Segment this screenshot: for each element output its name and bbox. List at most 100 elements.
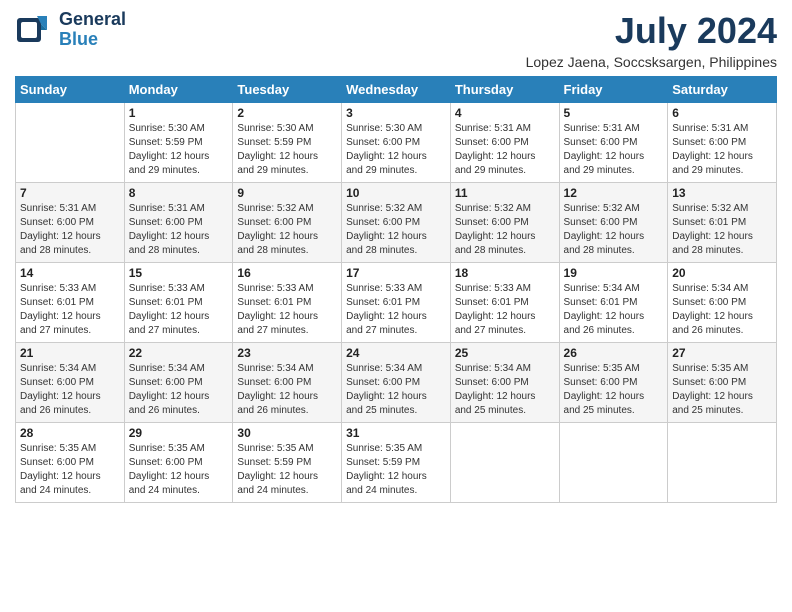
month-year-title: July 2024	[526, 10, 777, 52]
day-info: Sunrise: 5:33 AM Sunset: 6:01 PM Dayligh…	[455, 282, 555, 338]
day-number: 11	[455, 186, 555, 200]
location-subtitle: Lopez Jaena, Soccsksargen, Philippines	[526, 54, 777, 70]
day-number: 27	[672, 346, 772, 360]
day-info: Sunrise: 5:35 AM Sunset: 5:59 PM Dayligh…	[237, 442, 337, 498]
calendar-table: SundayMondayTuesdayWednesdayThursdayFrid…	[15, 76, 777, 503]
day-info: Sunrise: 5:34 AM Sunset: 6:00 PM Dayligh…	[129, 362, 229, 418]
day-info: Sunrise: 5:33 AM Sunset: 6:01 PM Dayligh…	[346, 282, 446, 338]
calendar-cell: 19Sunrise: 5:34 AM Sunset: 6:01 PM Dayli…	[559, 263, 668, 343]
calendar-cell: 1 Sunrise: 5:30 AM Sunset: 5:59 PM Daylig…	[124, 103, 233, 183]
calendar-cell: 20Sunrise: 5:34 AM Sunset: 6:00 PM Dayli…	[668, 263, 777, 343]
logo: General Blue	[15, 10, 126, 50]
calendar-cell: 15Sunrise: 5:33 AM Sunset: 6:01 PM Dayli…	[124, 263, 233, 343]
calendar-cell: 29Sunrise: 5:35 AM Sunset: 6:00 PM Dayli…	[124, 423, 233, 503]
calendar-cell: 2Sunrise: 5:30 AM Sunset: 5:59 PM Daylig…	[233, 103, 342, 183]
calendar-week-row: 1 Sunrise: 5:30 AM Sunset: 5:59 PM Daylig…	[16, 103, 777, 183]
calendar-cell: 31 Sunrise: 5:35 AM Sunset: 5:59 PM Dayli…	[342, 423, 451, 503]
day-info: Sunrise: 5:30 AM Sunset: 5:59 PM Dayligh…	[129, 122, 229, 178]
day-number: 28	[20, 426, 120, 440]
day-number: 16	[237, 266, 337, 280]
calendar-cell: 16 Sunrise: 5:33 AM Sunset: 6:01 PM Dayli…	[233, 263, 342, 343]
day-of-week-header: Tuesday	[233, 77, 342, 103]
day-info: Sunrise: 5:34 AM Sunset: 6:00 PM Dayligh…	[455, 362, 555, 418]
calendar-cell: 11 Sunrise: 5:32 AM Sunset: 6:00 PM Dayli…	[450, 183, 559, 263]
day-number: 23	[237, 346, 337, 360]
calendar-cell: 6 Sunrise: 5:31 AM Sunset: 6:00 PM Daylig…	[668, 103, 777, 183]
logo-blue-text: Blue	[59, 30, 126, 50]
day-of-week-header: Monday	[124, 77, 233, 103]
day-number: 4	[455, 106, 555, 120]
day-number: 21	[20, 346, 120, 360]
day-number: 5	[564, 106, 664, 120]
day-info: Sunrise: 5:32 AM Sunset: 6:00 PM Dayligh…	[455, 202, 555, 258]
day-of-week-header: Sunday	[16, 77, 125, 103]
calendar-cell: 23 Sunrise: 5:34 AM Sunset: 6:00 PM Dayli…	[233, 343, 342, 423]
day-number: 18	[455, 266, 555, 280]
calendar-cell	[559, 423, 668, 503]
calendar-cell: 22 Sunrise: 5:34 AM Sunset: 6:00 PM Dayli…	[124, 343, 233, 423]
day-info: Sunrise: 5:32 AM Sunset: 6:01 PM Dayligh…	[672, 202, 772, 258]
day-of-week-header: Thursday	[450, 77, 559, 103]
day-of-week-header: Saturday	[668, 77, 777, 103]
calendar-cell: 8Sunrise: 5:31 AM Sunset: 6:00 PM Daylig…	[124, 183, 233, 263]
day-number: 13	[672, 186, 772, 200]
day-of-week-header: Friday	[559, 77, 668, 103]
calendar-cell	[450, 423, 559, 503]
logo-icon	[15, 10, 55, 50]
calendar-week-row: 21 Sunrise: 5:34 AM Sunset: 6:00 PM Dayli…	[16, 343, 777, 423]
day-number: 24	[346, 346, 446, 360]
day-info: Sunrise: 5:31 AM Sunset: 6:00 PM Dayligh…	[20, 202, 120, 258]
calendar-cell: 28Sunrise: 5:35 AM Sunset: 6:00 PM Dayli…	[16, 423, 125, 503]
logo-general-text: General	[59, 10, 126, 30]
calendar-cell	[668, 423, 777, 503]
day-number: 22	[129, 346, 229, 360]
day-number: 3	[346, 106, 446, 120]
day-number: 29	[129, 426, 229, 440]
day-info: Sunrise: 5:33 AM Sunset: 6:01 PM Dayligh…	[20, 282, 120, 338]
day-info: Sunrise: 5:34 AM Sunset: 6:00 PM Dayligh…	[672, 282, 772, 338]
calendar-cell: 21 Sunrise: 5:34 AM Sunset: 6:00 PM Dayli…	[16, 343, 125, 423]
calendar-header-row: SundayMondayTuesdayWednesdayThursdayFrid…	[16, 77, 777, 103]
day-info: Sunrise: 5:30 AM Sunset: 6:00 PM Dayligh…	[346, 122, 446, 178]
day-number: 17	[346, 266, 446, 280]
day-number: 26	[564, 346, 664, 360]
day-info: Sunrise: 5:35 AM Sunset: 5:59 PM Dayligh…	[346, 442, 446, 498]
calendar-week-row: 7 Sunrise: 5:31 AM Sunset: 6:00 PM Daylig…	[16, 183, 777, 263]
day-number: 14	[20, 266, 120, 280]
day-info: Sunrise: 5:33 AM Sunset: 6:01 PM Dayligh…	[237, 282, 337, 338]
title-area: July 2024 Lopez Jaena, Soccsksargen, Phi…	[526, 10, 777, 70]
day-info: Sunrise: 5:32 AM Sunset: 6:00 PM Dayligh…	[564, 202, 664, 258]
day-info: Sunrise: 5:31 AM Sunset: 6:00 PM Dayligh…	[455, 122, 555, 178]
day-info: Sunrise: 5:31 AM Sunset: 6:00 PM Dayligh…	[672, 122, 772, 178]
day-info: Sunrise: 5:33 AM Sunset: 6:01 PM Dayligh…	[129, 282, 229, 338]
day-info: Sunrise: 5:34 AM Sunset: 6:01 PM Dayligh…	[564, 282, 664, 338]
calendar-cell: 4 Sunrise: 5:31 AM Sunset: 6:00 PM Daylig…	[450, 103, 559, 183]
logo-text: General Blue	[59, 10, 126, 50]
day-info: Sunrise: 5:31 AM Sunset: 6:00 PM Dayligh…	[564, 122, 664, 178]
calendar-cell: 27Sunrise: 5:35 AM Sunset: 6:00 PM Dayli…	[668, 343, 777, 423]
calendar-cell: 14 Sunrise: 5:33 AM Sunset: 6:01 PM Dayli…	[16, 263, 125, 343]
day-info: Sunrise: 5:34 AM Sunset: 6:00 PM Dayligh…	[20, 362, 120, 418]
day-number: 30	[237, 426, 337, 440]
day-info: Sunrise: 5:32 AM Sunset: 6:00 PM Dayligh…	[346, 202, 446, 258]
day-info: Sunrise: 5:34 AM Sunset: 6:00 PM Dayligh…	[237, 362, 337, 418]
day-info: Sunrise: 5:32 AM Sunset: 6:00 PM Dayligh…	[237, 202, 337, 258]
day-number: 25	[455, 346, 555, 360]
day-number: 12	[564, 186, 664, 200]
day-number: 2	[237, 106, 337, 120]
calendar-cell: 30 Sunrise: 5:35 AM Sunset: 5:59 PM Dayli…	[233, 423, 342, 503]
day-number: 8	[129, 186, 229, 200]
day-number: 31	[346, 426, 446, 440]
header: General Blue July 2024 Lopez Jaena, Socc…	[15, 10, 777, 70]
day-number: 10	[346, 186, 446, 200]
day-number: 7	[20, 186, 120, 200]
calendar-cell: 12 Sunrise: 5:32 AM Sunset: 6:00 PM Dayli…	[559, 183, 668, 263]
calendar-week-row: 14 Sunrise: 5:33 AM Sunset: 6:01 PM Dayli…	[16, 263, 777, 343]
day-number: 6	[672, 106, 772, 120]
calendar-cell: 3 Sunrise: 5:30 AM Sunset: 6:00 PM Daylig…	[342, 103, 451, 183]
calendar-cell: 25 Sunrise: 5:34 AM Sunset: 6:00 PM Dayli…	[450, 343, 559, 423]
calendar-cell: 17 Sunrise: 5:33 AM Sunset: 6:01 PM Dayli…	[342, 263, 451, 343]
calendar-cell: 9Sunrise: 5:32 AM Sunset: 6:00 PM Daylig…	[233, 183, 342, 263]
day-number: 1	[129, 106, 229, 120]
calendar-cell: 24Sunrise: 5:34 AM Sunset: 6:00 PM Dayli…	[342, 343, 451, 423]
